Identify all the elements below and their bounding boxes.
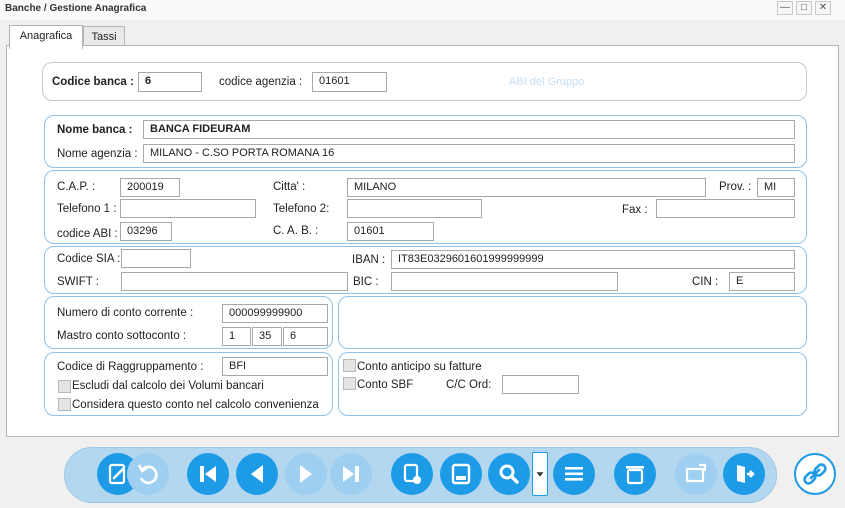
considera-checkbox[interactable] — [58, 398, 71, 411]
save-icon — [451, 463, 471, 485]
numero-conto-input[interactable]: 000099999900 — [222, 304, 328, 323]
search-icon — [499, 464, 519, 484]
next-record-icon — [300, 465, 312, 483]
cap-input[interactable]: 200019 — [120, 178, 180, 197]
sia-label: Codice SIA : — [57, 253, 121, 265]
conto-anticipo-checkbox[interactable] — [343, 359, 356, 372]
telefono2-input[interactable] — [347, 199, 482, 218]
search-dropdown-button[interactable] — [532, 452, 548, 496]
citta-input[interactable]: MILANO — [347, 178, 706, 197]
list-icon — [565, 467, 583, 481]
telefono2-label: Telefono 2: — [273, 203, 330, 215]
exit-icon — [737, 465, 755, 483]
codice-agenzia-label: codice agenzia : — [219, 76, 303, 88]
export-icon — [685, 463, 707, 483]
link-icon — [803, 463, 827, 485]
cin-label: CIN : — [692, 276, 719, 288]
cap-label: C.A.P. : — [57, 181, 96, 193]
last-record-icon — [343, 466, 359, 482]
swift-label: SWIFT : — [57, 276, 99, 288]
new-record-icon — [403, 463, 421, 484]
window-title: Banche / Gestione Anagrafica — [5, 3, 147, 14]
previous-record-button[interactable] — [236, 453, 278, 495]
codice-agenzia-input[interactable]: 01601 — [312, 72, 387, 92]
nome-agenzia-label: Nome agenzia : — [57, 148, 138, 160]
search-button[interactable] — [488, 453, 530, 495]
minimize-button[interactable]: — — [777, 1, 793, 15]
nome-banca-input[interactable]: BANCA FIDEURAM — [143, 120, 795, 139]
codice-banca-label: Codice banca : — [52, 76, 134, 88]
telefono1-input[interactable] — [120, 199, 256, 218]
citta-label: Citta' : — [273, 181, 306, 193]
fax-label: Fax : — [622, 204, 648, 216]
new-record-button[interactable] — [391, 453, 433, 495]
mastro-input[interactable]: 1 — [222, 327, 251, 346]
telefono1-label: Telefono 1 : — [57, 203, 117, 215]
escludi-label: Escludi dal calcolo dei Volumi bancari — [72, 380, 264, 392]
sia-input[interactable] — [121, 249, 191, 268]
previous-record-icon — [251, 465, 263, 483]
first-record-icon — [200, 466, 216, 482]
list-button[interactable] — [553, 453, 595, 495]
iban-label: IBAN : — [352, 254, 386, 266]
conto-input[interactable]: 35 — [252, 327, 282, 346]
codice-banca-input[interactable]: 6 — [138, 72, 202, 92]
first-record-button[interactable] — [187, 453, 229, 495]
abi-gruppo-label: ABI del Gruppo — [509, 76, 585, 88]
abi-input[interactable]: 03296 — [120, 222, 172, 241]
undo-button[interactable] — [127, 453, 169, 495]
swift-input[interactable] — [121, 272, 348, 291]
prov-label: Prov. : — [719, 181, 752, 193]
close-button[interactable]: ✕ — [815, 1, 831, 15]
cab-label: C. A. B. : — [273, 225, 319, 237]
bic-input[interactable] — [391, 272, 618, 291]
cab-input[interactable]: 01601 — [347, 222, 434, 241]
nome-banca-label: Nome banca : — [57, 124, 133, 136]
export-button[interactable] — [675, 453, 717, 495]
sottoconto-input[interactable]: 6 — [283, 327, 328, 346]
delete-button[interactable] — [614, 453, 656, 495]
numero-conto-label: Numero di conto corrente : — [57, 307, 194, 319]
iban-input[interactable]: IT83E0329601601999999999 — [391, 250, 795, 269]
exit-button[interactable] — [723, 453, 765, 495]
next-record-button[interactable] — [285, 453, 327, 495]
cc-ord-input[interactable] — [502, 375, 579, 394]
link-button[interactable] — [794, 453, 836, 495]
conto-anticipo-label: Conto anticipo su fatture — [357, 361, 482, 373]
last-record-button[interactable] — [330, 453, 372, 495]
mastro-label: Mastro conto sottoconto : — [57, 330, 187, 342]
conto-sbf-label: Conto SBF — [357, 379, 414, 391]
abi-label: codice ABI : — [57, 228, 118, 240]
delete-icon — [626, 466, 644, 485]
considera-label: Considera questo conto nel calcolo conve… — [72, 399, 319, 411]
save-button[interactable] — [440, 453, 482, 495]
raggruppamento-label: Codice di Raggruppamento : — [57, 361, 204, 373]
nome-agenzia-input[interactable]: MILANO - C.SO PORTA ROMANA 16 — [143, 144, 795, 163]
tab-anagrafica[interactable]: Anagrafica — [9, 25, 83, 49]
dropdown-arrow-icon — [536, 472, 544, 477]
empty-section — [338, 296, 807, 349]
escludi-checkbox[interactable] — [58, 380, 71, 393]
raggruppamento-input[interactable]: BFI — [222, 357, 328, 376]
undo-icon — [137, 464, 158, 485]
title-bar: Banche / Gestione Anagrafica — [0, 0, 845, 20]
prov-input[interactable]: MI — [757, 178, 795, 197]
fax-input[interactable] — [656, 199, 795, 218]
maximize-button[interactable]: □ — [796, 1, 812, 15]
cin-input[interactable]: E — [729, 272, 795, 291]
cc-ord-label: C/C Ord: — [446, 379, 492, 391]
bic-label: BIC : — [353, 276, 379, 288]
conto-sbf-checkbox[interactable] — [343, 377, 356, 390]
